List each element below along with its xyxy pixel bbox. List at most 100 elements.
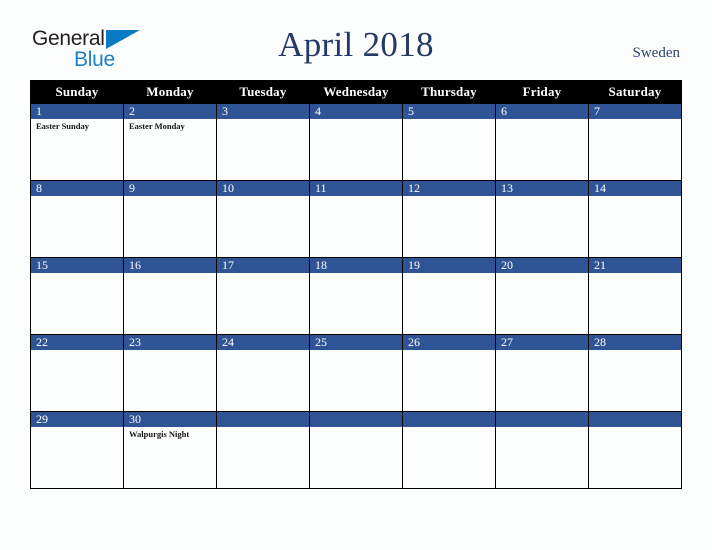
day-events bbox=[496, 427, 588, 488]
calendar-day-cell[interactable]: 2 Easter Monday bbox=[123, 103, 217, 181]
day-events bbox=[496, 119, 588, 180]
day-events bbox=[310, 350, 402, 411]
holiday-event: Easter Sunday bbox=[36, 121, 89, 131]
day-events bbox=[403, 350, 495, 411]
day-cell-inner: 5 bbox=[403, 104, 495, 180]
calendar-day-cell[interactable]: 27 bbox=[495, 334, 589, 412]
day-cell-inner: 20 bbox=[496, 258, 588, 334]
day-cell-inner bbox=[496, 412, 588, 488]
calendar-day-cell[interactable]: 26 bbox=[402, 334, 496, 412]
day-number bbox=[217, 412, 309, 427]
calendar-day-cell[interactable]: 5 bbox=[402, 103, 496, 181]
calendar-empty-cell bbox=[588, 411, 682, 489]
holiday-event: Easter Monday bbox=[129, 121, 185, 131]
calendar-day-cell[interactable]: 1 Easter Sunday bbox=[30, 103, 124, 181]
calendar-day-cell[interactable]: 28 bbox=[588, 334, 682, 412]
day-number: 7 bbox=[589, 104, 681, 119]
calendar-day-cell[interactable]: 22 bbox=[30, 334, 124, 412]
day-cell-inner: 21 bbox=[589, 258, 681, 334]
page-header: General Blue April 2018 Sweden bbox=[0, 0, 712, 78]
day-events: Easter Sunday bbox=[31, 119, 123, 180]
calendar-week-row: 8 9 10 11 12 13 14 bbox=[30, 180, 682, 258]
day-cell-inner: 23 bbox=[124, 335, 216, 411]
day-number bbox=[310, 412, 402, 427]
calendar-empty-cell bbox=[402, 411, 496, 489]
day-events: Easter Monday bbox=[124, 119, 216, 180]
day-number bbox=[403, 412, 495, 427]
weekday-header-saturday: Saturday bbox=[588, 80, 682, 104]
calendar-day-cell[interactable]: 12 bbox=[402, 180, 496, 258]
calendar-day-cell[interactable]: 15 bbox=[30, 257, 124, 335]
day-cell-inner bbox=[310, 412, 402, 488]
day-number: 23 bbox=[124, 335, 216, 350]
calendar-header-row: Sunday Monday Tuesday Wednesday Thursday Frid… bbox=[30, 80, 682, 104]
calendar-day-cell[interactable]: 9 bbox=[123, 180, 217, 258]
calendar-day-cell[interactable]: 16 bbox=[123, 257, 217, 335]
calendar-day-cell[interactable]: 14 bbox=[588, 180, 682, 258]
calendar-day-cell[interactable]: 13 bbox=[495, 180, 589, 258]
calendar-day-cell[interactable]: 19 bbox=[402, 257, 496, 335]
day-events bbox=[589, 350, 681, 411]
day-cell-inner: 10 bbox=[217, 181, 309, 257]
day-number: 29 bbox=[31, 412, 123, 427]
calendar-empty-cell bbox=[309, 411, 403, 489]
calendar-day-cell[interactable]: 21 bbox=[588, 257, 682, 335]
day-events bbox=[403, 273, 495, 334]
page-title: April 2018 bbox=[278, 25, 434, 64]
day-events bbox=[310, 427, 402, 488]
calendar-week-row: 1 Easter Sunday 2 Easter Monday 3 4 5 6 7 bbox=[30, 103, 682, 181]
calendar-day-cell[interactable]: 11 bbox=[309, 180, 403, 258]
day-cell-inner: 15 bbox=[31, 258, 123, 334]
day-cell-inner: 25 bbox=[310, 335, 402, 411]
calendar-day-cell[interactable]: 20 bbox=[495, 257, 589, 335]
day-number: 27 bbox=[496, 335, 588, 350]
calendar-day-cell[interactable]: 17 bbox=[216, 257, 310, 335]
day-events bbox=[589, 273, 681, 334]
day-cell-inner: 7 bbox=[589, 104, 681, 180]
calendar-week-row: 29 30 Walpurgis Night bbox=[30, 411, 682, 489]
calendar-day-cell[interactable]: 25 bbox=[309, 334, 403, 412]
day-events bbox=[124, 350, 216, 411]
calendar-day-cell[interactable]: 18 bbox=[309, 257, 403, 335]
day-cell-inner: 26 bbox=[403, 335, 495, 411]
day-number: 15 bbox=[31, 258, 123, 273]
day-number: 4 bbox=[310, 104, 402, 119]
day-number: 3 bbox=[217, 104, 309, 119]
day-events bbox=[217, 273, 309, 334]
day-number: 28 bbox=[589, 335, 681, 350]
day-events: Walpurgis Night bbox=[124, 427, 216, 488]
day-events bbox=[217, 350, 309, 411]
day-events bbox=[496, 196, 588, 257]
day-cell-inner: 4 bbox=[310, 104, 402, 180]
calendar-day-cell[interactable]: 24 bbox=[216, 334, 310, 412]
day-cell-inner: 22 bbox=[31, 335, 123, 411]
weekday-header-friday: Friday bbox=[495, 80, 589, 104]
day-events bbox=[310, 119, 402, 180]
day-number: 19 bbox=[403, 258, 495, 273]
calendar-day-cell[interactable]: 29 bbox=[30, 411, 124, 489]
calendar-day-cell[interactable]: 6 bbox=[495, 103, 589, 181]
calendar-day-cell[interactable]: 8 bbox=[30, 180, 124, 258]
day-number bbox=[496, 412, 588, 427]
day-events bbox=[403, 196, 495, 257]
day-events bbox=[217, 119, 309, 180]
day-events bbox=[31, 350, 123, 411]
day-number: 9 bbox=[124, 181, 216, 196]
day-cell-inner: 19 bbox=[403, 258, 495, 334]
day-number: 21 bbox=[589, 258, 681, 273]
calendar-day-cell[interactable]: 10 bbox=[216, 180, 310, 258]
calendar-day-cell[interactable]: 23 bbox=[123, 334, 217, 412]
day-events bbox=[217, 196, 309, 257]
day-cell-inner: 27 bbox=[496, 335, 588, 411]
day-cell-inner: 28 bbox=[589, 335, 681, 411]
day-cell-inner: 3 bbox=[217, 104, 309, 180]
calendar-day-cell[interactable]: 7 bbox=[588, 103, 682, 181]
day-events bbox=[31, 427, 123, 488]
calendar-day-cell[interactable]: 4 bbox=[309, 103, 403, 181]
calendar-day-cell[interactable]: 30 Walpurgis Night bbox=[123, 411, 217, 489]
day-events bbox=[496, 350, 588, 411]
calendar-day-cell[interactable]: 3 bbox=[216, 103, 310, 181]
holiday-event: Walpurgis Night bbox=[129, 429, 190, 439]
day-events bbox=[403, 119, 495, 180]
day-events bbox=[589, 119, 681, 180]
